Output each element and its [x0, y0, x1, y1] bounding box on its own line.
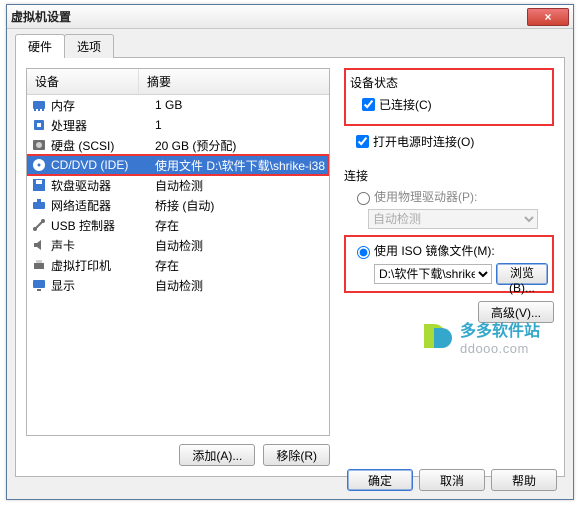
- device-summary: 20 GB (预分配): [155, 137, 325, 154]
- watermark-en: ddooo.com: [460, 341, 540, 356]
- device-summary: 1: [155, 118, 325, 132]
- column-summary[interactable]: 摘要: [139, 69, 329, 94]
- dialog-footer: 确定 取消 帮助: [347, 469, 557, 491]
- device-name: 声卡: [51, 237, 155, 254]
- browse-button[interactable]: 浏览(B)...: [496, 263, 548, 285]
- status-group-highlight: 设备状态 已连接(C): [344, 68, 554, 126]
- physical-drive-wrap: 自动检测: [368, 209, 554, 229]
- iso-path-row: D:\软件下载\shrike 浏览(B)...: [374, 263, 548, 285]
- device-row-disk[interactable]: 硬盘 (SCSI)20 GB (预分配): [27, 135, 329, 155]
- watermark-cn: 多多软件站: [460, 317, 540, 341]
- device-name: USB 控制器: [51, 217, 155, 234]
- tab-options[interactable]: 选项: [64, 34, 114, 58]
- usb-icon: [31, 217, 47, 233]
- device-row-printer[interactable]: 虚拟打印机存在: [27, 255, 329, 275]
- device-row-cd[interactable]: CD/DVD (IDE)使用文件 D:\软件下载\shrike-i386-...: [27, 155, 329, 175]
- add-button[interactable]: 添加(A)...: [179, 444, 255, 466]
- device-summary: 使用文件 D:\软件下载\shrike-i386-...: [155, 157, 325, 174]
- printer-icon: [31, 257, 47, 273]
- physical-drive-select: 自动检测: [368, 209, 538, 229]
- device-row-floppy[interactable]: 软盘驱动器自动检测: [27, 175, 329, 195]
- ok-button[interactable]: 确定: [347, 469, 413, 491]
- tab-bar: 硬件 选项: [7, 29, 573, 57]
- device-row-cpu[interactable]: 处理器1: [27, 115, 329, 135]
- sound-icon: [31, 237, 47, 253]
- close-button[interactable]: ×: [527, 8, 569, 26]
- device-summary: 1 GB: [155, 98, 325, 112]
- remove-button[interactable]: 移除(R): [263, 444, 330, 466]
- left-pane: 设备 摘要 内存1 GB处理器1硬盘 (SCSI)20 GB (预分配)CD/D…: [26, 68, 330, 466]
- device-name: 处理器: [51, 117, 155, 134]
- window-title: 虚拟机设置: [11, 8, 71, 25]
- iso-row: 使用 ISO 镜像文件(M):: [352, 242, 548, 259]
- iso-label: 使用 ISO 镜像文件(M):: [374, 242, 495, 259]
- connected-label: 已连接(C): [379, 96, 432, 113]
- device-row-memory[interactable]: 内存1 GB: [27, 95, 329, 115]
- device-name: 网络适配器: [51, 197, 155, 214]
- device-name: CD/DVD (IDE): [51, 158, 155, 172]
- iso-radio[interactable]: [357, 246, 370, 259]
- device-name: 内存: [51, 97, 155, 114]
- left-footer: 添加(A)... 移除(R): [26, 444, 330, 466]
- titlebar: 虚拟机设置 ×: [7, 5, 573, 29]
- help-button[interactable]: 帮助: [491, 469, 557, 491]
- device-row-usb[interactable]: USB 控制器存在: [27, 215, 329, 235]
- device-row-sound[interactable]: 声卡自动检测: [27, 235, 329, 255]
- vm-settings-dialog: 虚拟机设置 × 硬件 选项 设备 摘要 内存1 GB处理器1硬盘 (SCSI)2…: [6, 4, 574, 500]
- list-header: 设备 摘要: [27, 69, 329, 95]
- device-name: 显示: [51, 277, 155, 294]
- content-pane: 设备 摘要 内存1 GB处理器1硬盘 (SCSI)20 GB (预分配)CD/D…: [15, 57, 565, 477]
- physical-radio[interactable]: [357, 192, 370, 205]
- watermark: 多多软件站 ddooo.com: [420, 317, 540, 356]
- floppy-icon: [31, 177, 47, 193]
- iso-group-highlight: 使用 ISO 镜像文件(M): D:\软件下载\shrike 浏览(B)...: [344, 235, 554, 293]
- watermark-icon: [420, 320, 454, 354]
- device-row-net[interactable]: 网络适配器桥接 (自动): [27, 195, 329, 215]
- right-pane: 设备状态 已连接(C) 打开电源时连接(O) 连接 使用物理驱动器(P): 自动…: [330, 68, 560, 466]
- physical-label: 使用物理驱动器(P):: [374, 188, 477, 205]
- poweron-row: 打开电源时连接(O): [352, 132, 554, 151]
- column-device[interactable]: 设备: [27, 69, 139, 94]
- connection-group-label: 连接: [344, 167, 554, 184]
- device-row-display[interactable]: 显示自动检测: [27, 275, 329, 295]
- device-summary: 自动检测: [155, 237, 325, 254]
- connected-row: 已连接(C): [358, 95, 548, 114]
- cd-icon: [31, 157, 47, 173]
- device-name: 虚拟打印机: [51, 257, 155, 274]
- poweron-label: 打开电源时连接(O): [373, 133, 474, 150]
- device-summary: 存在: [155, 217, 325, 234]
- tab-hardware[interactable]: 硬件: [15, 34, 65, 58]
- display-icon: [31, 277, 47, 293]
- device-name: 硬盘 (SCSI): [51, 137, 155, 154]
- close-icon: ×: [544, 10, 551, 24]
- device-summary: 自动检测: [155, 177, 325, 194]
- memory-icon: [31, 97, 47, 113]
- status-group-label: 设备状态: [350, 74, 548, 91]
- device-summary: 桥接 (自动): [155, 197, 325, 214]
- iso-path-select[interactable]: D:\软件下载\shrike: [374, 264, 492, 284]
- device-summary: 存在: [155, 257, 325, 274]
- disk-icon: [31, 137, 47, 153]
- device-rows: 内存1 GB处理器1硬盘 (SCSI)20 GB (预分配)CD/DVD (ID…: [27, 95, 329, 295]
- device-list[interactable]: 设备 摘要 内存1 GB处理器1硬盘 (SCSI)20 GB (预分配)CD/D…: [26, 68, 330, 436]
- cancel-button[interactable]: 取消: [419, 469, 485, 491]
- poweron-checkbox[interactable]: [356, 135, 369, 148]
- device-summary: 自动检测: [155, 277, 325, 294]
- connected-checkbox[interactable]: [362, 98, 375, 111]
- net-icon: [31, 197, 47, 213]
- cpu-icon: [31, 117, 47, 133]
- device-name: 软盘驱动器: [51, 177, 155, 194]
- physical-row: 使用物理驱动器(P):: [352, 188, 554, 205]
